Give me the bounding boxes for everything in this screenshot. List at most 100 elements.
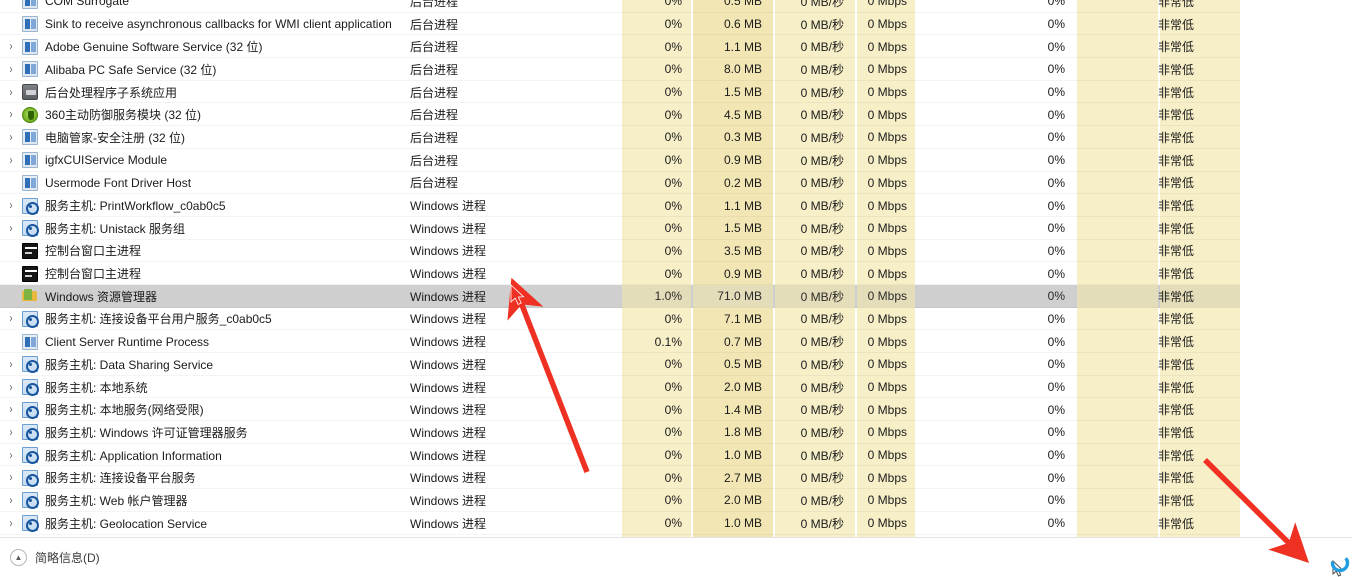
power-usage-value: 非常低 — [1158, 425, 1195, 440]
table-row[interactable]: › 服务主机: Unistack 服务组 Windows 进程 0% 1.5 MB 0 M… — [0, 217, 1352, 240]
network-cell: 0 Mbps — [855, 444, 913, 467]
process-name-cell[interactable]: 服务主机: PrintWorkflow_c0ab0c5 — [22, 194, 410, 217]
process-name-cell[interactable]: 360主动防御服务模块 (32 位) — [22, 103, 410, 126]
table-row[interactable]: › 服务主机: Web 帐户管理器 Windows 进程 0% 2.0 MB 0 MB/秒… — [0, 489, 1352, 512]
process-name-cell[interactable]: Windows 资源管理器 — [22, 285, 410, 308]
process-name-cell[interactable]: 服务主机: 连接设备平台用户服务_c0ab0c5 — [22, 308, 410, 331]
process-table[interactable]: COM Surrogate 后台进程 0% 0.5 MB 0 MB/秒 0 Mbps 0% 非… — [0, 0, 1352, 537]
expand-chevron[interactable]: › — [0, 217, 22, 240]
process-name-cell[interactable]: 服务主机: Web 帐户管理器 — [22, 489, 410, 512]
table-row[interactable]: › 电脑管家-安全注册 (32 位) 后台进程 0% 0.3 MB 0 MB/秒 0 Mbp… — [0, 126, 1352, 149]
table-row[interactable]: › 服务主机: PrintWorkflow_c0ab0c5 Windows 进程 0%… — [0, 194, 1352, 217]
cpu-value: 1.0% — [654, 289, 682, 304]
expand-chevron[interactable]: › — [0, 58, 22, 81]
expand-chevron[interactable]: › — [0, 398, 22, 421]
table-row[interactable]: Sink to receive asynchronous callbacks f… — [0, 13, 1352, 36]
process-name-cell[interactable]: igfxCUIService Module — [22, 149, 410, 172]
gear-process-icon — [22, 220, 39, 238]
process-name-cell[interactable]: 服务主机: Unistack 服务组 — [22, 217, 410, 240]
table-row[interactable]: › 服务主机: Geolocation Service Windows 进程 0% 1.… — [0, 512, 1352, 535]
table-row[interactable]: › 服务主机: Application Information Windows 进程… — [0, 444, 1352, 467]
gear-process-icon — [22, 356, 39, 374]
table-row[interactable]: Client Server Runtime Process Windows 进程 0… — [0, 330, 1352, 353]
table-row[interactable]: › Adobe Genuine Software Service (32 位) 后台… — [0, 35, 1352, 59]
expand-chevron[interactable]: › — [0, 194, 22, 217]
process-name-cell[interactable]: Adobe Genuine Software Service (32 位) — [22, 35, 410, 58]
expand-chevron[interactable]: › — [0, 81, 22, 104]
expand-chevron[interactable]: › — [0, 421, 22, 444]
power-usage-value: 非常低 — [1158, 199, 1195, 214]
memory-value: 2.0 MB — [723, 493, 762, 508]
fewer-details-button[interactable]: ▲ 简略信息(D) — [10, 549, 100, 566]
blue-process-icon — [22, 174, 38, 191]
table-row[interactable]: › 服务主机: 本地系统 Windows 进程 0% 2.0 MB 0 MB/秒 0 Mbp… — [0, 376, 1352, 399]
process-name-cell[interactable]: 服务主机: Data Sharing Service — [22, 353, 410, 376]
table-row[interactable]: Usermode Font Driver Host 后台进程 0% 0.2 MB 0 M… — [0, 172, 1352, 195]
process-name-cell[interactable]: 服务主机: Windows 许可证管理器服务 — [22, 421, 410, 444]
process-name-cell[interactable]: 服务主机: Application Information — [22, 444, 410, 467]
table-row[interactable]: 控制台窗口主进程 Windows 进程 0% 3.5 MB 0 MB/秒 0 Mbps 0%… — [0, 240, 1352, 263]
process-type-label: Windows 进程 — [410, 221, 487, 236]
table-row[interactable]: Windows 资源管理器 Windows 进程 1.0% 71.0 MB 0 MB/秒… — [0, 284, 1352, 308]
expand-chevron[interactable] — [0, 240, 22, 263]
process-name-cell[interactable]: Alibaba PC Safe Service (32 位) — [22, 58, 410, 81]
process-type-cell: 后台进程 — [410, 172, 622, 195]
process-name-cell[interactable]: 电脑管家-安全注册 (32 位) — [22, 126, 410, 149]
expand-chevron[interactable] — [0, 0, 22, 13]
table-row[interactable]: › igfxCUIService Module 后台进程 0% 0.9 MB 0 MB/秒… — [0, 149, 1352, 172]
table-row[interactable]: › 360主动防御服务模块 (32 位) 后台进程 0% 4.5 MB 0 MB/秒 0 M… — [0, 103, 1352, 127]
process-name-label: 服务主机: PrintWorkflow_c0ab0c5 — [45, 199, 226, 214]
table-row[interactable]: › 服务主机: Data Sharing Service Windows 进程 0% 0… — [0, 353, 1352, 376]
expand-chevron[interactable] — [0, 13, 22, 36]
process-name-cell[interactable]: 服务主机: 连接设备平台服务 — [22, 466, 410, 489]
process-name-cell[interactable]: Client Server Runtime Process — [22, 330, 410, 353]
memory-value: 1.4 MB — [723, 402, 762, 417]
process-name-cell[interactable]: 服务主机: Geolocation Service — [22, 512, 410, 535]
process-name-cell[interactable]: 控制台窗口主进程 — [22, 262, 410, 285]
expand-chevron[interactable] — [0, 330, 22, 353]
table-row[interactable]: COM Surrogate 后台进程 0% 0.5 MB 0 MB/秒 0 Mbps 0% 非… — [0, 0, 1352, 13]
expand-chevron[interactable]: › — [0, 512, 22, 535]
cpu-value: 0% — [664, 243, 682, 258]
expand-chevron[interactable]: › — [0, 444, 22, 467]
power-usage-value: 非常低 — [1158, 221, 1195, 236]
expand-chevron[interactable]: › — [0, 376, 22, 399]
memory-value: 8.0 MB — [723, 62, 762, 77]
expand-chevron[interactable] — [0, 172, 22, 195]
cpu-value: 0.1% — [654, 334, 682, 349]
table-row[interactable]: › 服务主机: Windows 许可证管理器服务 Windows 进程 0% 1.8 M… — [0, 421, 1352, 444]
disk-cell: 0 MB/秒 — [773, 0, 855, 13]
network-value: 0 Mbps — [867, 357, 907, 372]
memory-value: 0.9 MB — [723, 153, 762, 168]
expand-chevron[interactable]: › — [0, 489, 22, 512]
expand-chevron[interactable]: › — [0, 103, 22, 126]
table-row[interactable]: › 服务主机: 本地服务(网络受限) Windows 进程 0% 1.4 MB 0 MB/… — [0, 398, 1352, 422]
process-name-cell[interactable]: 服务主机: 本地系统 — [22, 376, 410, 399]
table-row[interactable]: › 后台处理程序子系统应用 后台进程 0% 1.5 MB 0 MB/秒 0 Mbps 0% 非常… — [0, 81, 1352, 104]
process-name-cell[interactable]: Sink to receive asynchronous callbacks f… — [22, 13, 410, 36]
expand-chevron[interactable]: › — [0, 126, 22, 149]
expand-chevron[interactable]: › — [0, 149, 22, 172]
process-name-cell[interactable]: 控制台窗口主进程 — [22, 240, 410, 263]
table-row[interactable]: › Alibaba PC Safe Service (32 位) 后台进程 0% 8.0… — [0, 58, 1352, 81]
table-row[interactable]: › 服务主机: 连接设备平台服务 Windows 进程 0% 2.7 MB 0 MB/秒 0… — [0, 466, 1352, 490]
disk-cell: 0 MB/秒 — [773, 262, 855, 285]
expand-chevron[interactable]: › — [0, 308, 22, 331]
table-row[interactable]: 控制台窗口主进程 Windows 进程 0% 0.9 MB 0 MB/秒 0 Mbps 0%… — [0, 262, 1352, 285]
table-row[interactable]: › 服务主机: 连接设备平台用户服务_c0ab0c5 Windows 进程 0% 7.1… — [0, 308, 1352, 331]
power-usage-value: 非常低 — [1158, 0, 1195, 9]
process-name-cell[interactable]: 后台处理程序子系统应用 — [22, 81, 410, 104]
expand-chevron[interactable]: › — [0, 466, 22, 489]
memory-cell: 1.1 MB — [691, 35, 773, 58]
process-name-cell[interactable]: 服务主机: 本地服务(网络受限) — [22, 398, 410, 421]
expand-chevron[interactable] — [0, 285, 22, 308]
expand-chevron[interactable]: › — [0, 353, 22, 376]
blue-process-icon — [22, 152, 38, 169]
expand-chevron[interactable] — [0, 262, 22, 285]
cpu-cell: 0% — [622, 466, 691, 489]
chevron-right-icon: › — [9, 493, 13, 507]
disk-cell: 0 MB/秒 — [773, 240, 855, 263]
process-name-cell[interactable]: COM Surrogate — [22, 0, 410, 13]
expand-chevron[interactable]: › — [0, 35, 22, 58]
process-name-cell[interactable]: Usermode Font Driver Host — [22, 172, 410, 195]
